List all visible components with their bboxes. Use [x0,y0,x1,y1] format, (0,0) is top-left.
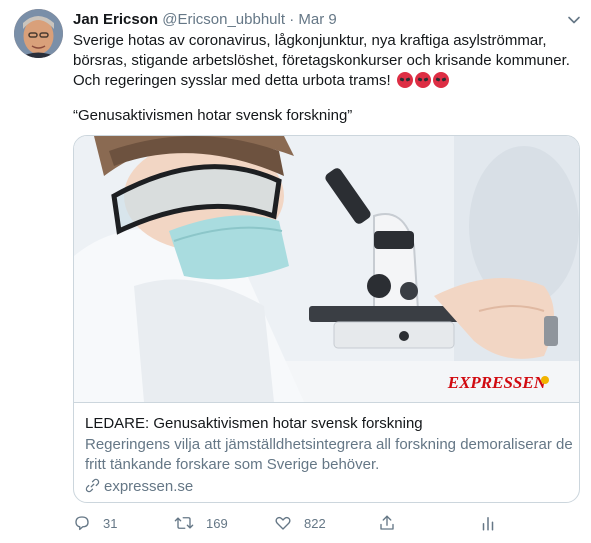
tweet-actions: 31 169 822 [73,513,503,535]
tweet-text-line: Och regeringen sysslar med detta urbota … [73,71,578,91]
tweet-text-line-content: Och regeringen sysslar med detta urbota … [73,72,391,89]
card-divider [74,402,579,403]
share-button[interactable] [378,513,396,535]
author-handle[interactable]: @Ericson_ubbhult [162,11,285,28]
analytics-button[interactable] [479,513,497,535]
author-name[interactable]: Jan Ericson [73,11,158,28]
avatar[interactable] [14,9,63,58]
angry-face-icon [414,72,431,88]
tweet-text: Sverige hotas av coronavirus, lågkonjunk… [73,31,578,91]
card-description-line: Regeringens vilja att jämställdhetsinteg… [85,436,573,453]
like-icon [275,516,291,530]
tweet-header: Jan Ericson @Ericson_ubbhult · Mar 9 [73,10,577,30]
reply-button[interactable]: 31 [73,513,117,535]
retweet-button[interactable]: 169 [174,513,228,535]
card-description: Regeringens vilja att jämställdhetsinteg… [85,435,573,475]
tweet-quote: “Genusaktivismen hotar svensk forskning” [73,107,353,124]
more-options-caret-icon[interactable] [567,13,581,27]
avatar-photo [14,9,63,58]
share-icon [380,515,394,530]
tweet-text-line: Sverige hotas av coronavirus, lågkonjunk… [73,32,547,49]
analytics-icon [482,517,494,531]
card-image: EXPRESSEN [74,136,579,402]
like-count: 822 [304,516,326,531]
card-link-domain: expressen.se [104,478,194,495]
card-title: LEDARE: Genusaktivismen hotar svensk for… [85,415,423,432]
lab-scientist-microscope-image: EXPRESSEN [74,136,579,402]
reply-count: 31 [103,516,118,531]
expressen-logo: EXPRESSEN [447,373,547,392]
link-icon [85,478,100,493]
card-link[interactable]: expressen.se [85,477,193,497]
card-description-line: fritt tänkande forskare som Sverige behö… [85,456,380,473]
reply-icon [75,516,89,531]
retweet-icon [174,517,194,529]
retweet-count: 169 [206,516,228,531]
link-card[interactable]: EXPRESSEN LEDARE: Genusaktivismen hotar … [73,135,580,503]
angry-face-icon [396,72,413,88]
tweet-date[interactable]: Mar 9 [298,11,336,28]
separator-dot: · [289,11,295,28]
like-button[interactable]: 822 [274,513,326,535]
angry-face-icon [432,72,449,88]
tweet-text-line: börsras, stigande arbetslöshet, företags… [73,52,570,69]
